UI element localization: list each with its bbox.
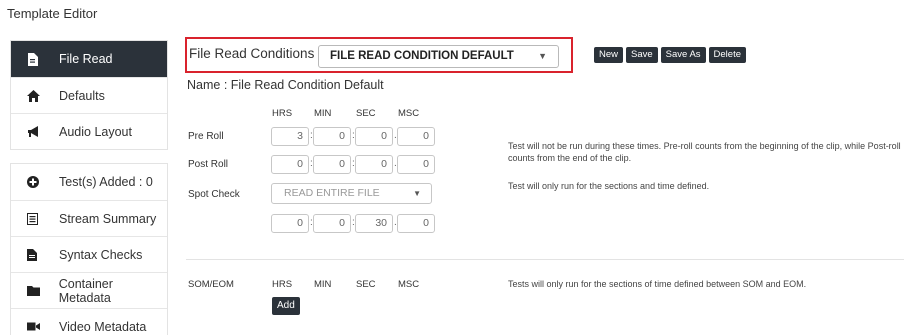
sidebar-item-stream-summary[interactable]: Stream Summary xyxy=(11,200,167,236)
roll-help-text: Test will not be run during these times.… xyxy=(508,141,901,163)
sidebar-item-label: Test(s) Added : 0 xyxy=(59,175,153,189)
section-divider xyxy=(186,259,904,260)
post-roll-label: Post Roll xyxy=(188,159,229,170)
add-som-eom-button[interactable]: Add xyxy=(272,297,300,315)
chevron-down-icon: ▼ xyxy=(413,189,421,198)
pre-roll-hrs-input[interactable]: 3 xyxy=(271,127,309,146)
sidebar-item-video-metadata[interactable]: Video Metadata xyxy=(11,308,167,335)
folder-icon xyxy=(27,284,47,298)
sidebar-group-tests: Test(s) Added : 0 Stream Summary Syntax … xyxy=(10,163,168,335)
spot-check-min-input[interactable]: 0 xyxy=(313,214,351,233)
post-roll-hrs-input[interactable]: 0 xyxy=(271,155,309,174)
pre-roll-min-input[interactable]: 0 xyxy=(313,127,351,146)
spot-check-hrs-input[interactable]: 0 xyxy=(271,214,309,233)
save-as-button[interactable]: Save As xyxy=(660,47,706,63)
spot-check-msc-input[interactable]: 0 xyxy=(397,214,435,233)
new-button[interactable]: New xyxy=(594,47,624,63)
sidebar-item-label: Defaults xyxy=(59,88,105,103)
plus-circle-icon xyxy=(27,175,47,189)
column-header-sec: SEC xyxy=(356,108,376,119)
sidebar-item-label: Video Metadata xyxy=(59,319,147,334)
sidebar-item-file-read[interactable]: File Read xyxy=(11,41,167,77)
som-column-header-sec: SEC xyxy=(356,279,376,290)
column-header-msc: MSC xyxy=(398,108,420,119)
sidebar-item-label: Container Metadata xyxy=(58,276,113,305)
sidebar-item-syntax-checks[interactable]: Syntax Checks xyxy=(11,236,167,272)
som-column-header-msc: MSC xyxy=(398,279,420,290)
som-eom-help-text: Tests will only run for the sections of … xyxy=(508,279,807,289)
sidebar-group-settings: File Read Defaults Audio Layout xyxy=(10,40,168,150)
video-camera-icon xyxy=(27,320,47,334)
megaphone-icon xyxy=(27,125,47,139)
page-title: Template Editor xyxy=(7,6,98,21)
spot-check-sec-input[interactable]: 30 xyxy=(355,214,393,233)
file-read-condition-select[interactable]: FILE READ CONDITION DEFAULT ▼ xyxy=(318,45,559,68)
som-column-header-hrs: HRS xyxy=(272,279,293,290)
som-column-header-min: MIN xyxy=(314,279,332,290)
sidebar-item-defaults[interactable]: Defaults xyxy=(11,77,167,113)
pre-roll-label: Pre Roll xyxy=(188,131,224,142)
post-roll-sec-input[interactable]: 0 xyxy=(355,155,393,174)
pre-roll-sec-input[interactable]: 0 xyxy=(355,127,393,146)
sidebar-item-label: Audio Layout xyxy=(59,124,132,139)
document-icon xyxy=(27,248,47,262)
home-icon xyxy=(27,89,47,103)
list-icon xyxy=(27,212,47,226)
spot-check-label: Spot Check xyxy=(188,189,240,200)
sidebar-item-label: File Read xyxy=(59,52,113,66)
pre-roll-msc-input[interactable]: 0 xyxy=(397,127,435,146)
file-read-conditions-highlight: File Read Conditions FILE READ CONDITION… xyxy=(185,37,573,73)
file-read-condition-selected-value: FILE READ CONDITION DEFAULT xyxy=(330,50,514,62)
sidebar-item-tests-added[interactable]: Test(s) Added : 0 xyxy=(11,164,167,200)
chevron-down-icon: ▼ xyxy=(538,51,547,61)
save-button[interactable]: Save xyxy=(626,47,658,63)
post-roll-msc-input[interactable]: 0 xyxy=(397,155,435,174)
sidebar-item-audio-layout[interactable]: Audio Layout xyxy=(11,113,167,149)
file-icon xyxy=(27,52,47,66)
post-roll-min-input[interactable]: 0 xyxy=(313,155,351,174)
sidebar-item-label: Stream Summary xyxy=(59,211,157,226)
delete-button[interactable]: Delete xyxy=(708,47,746,63)
som-eom-label: SOM/EOM xyxy=(188,279,234,290)
file-read-conditions-label: File Read Conditions xyxy=(189,46,315,61)
sidebar-item-label: Syntax Checks xyxy=(59,247,143,262)
spot-check-selected-value: READ ENTIRE FILE xyxy=(284,187,380,199)
sidebar-item-container-metadata[interactable]: Container Metadata xyxy=(11,272,167,308)
column-header-hrs: HRS xyxy=(272,108,293,119)
condition-name: Name : File Read Condition Default xyxy=(187,78,384,92)
spot-check-help-text: Test will only run for the sections and … xyxy=(508,181,710,191)
sidebar: File Read Defaults Audio Layout Test(s) … xyxy=(10,40,168,335)
condition-toolbar: New Save Save As Delete xyxy=(594,47,746,63)
column-header-min: MIN xyxy=(314,108,332,119)
spot-check-select[interactable]: READ ENTIRE FILE ▼ xyxy=(271,183,432,204)
